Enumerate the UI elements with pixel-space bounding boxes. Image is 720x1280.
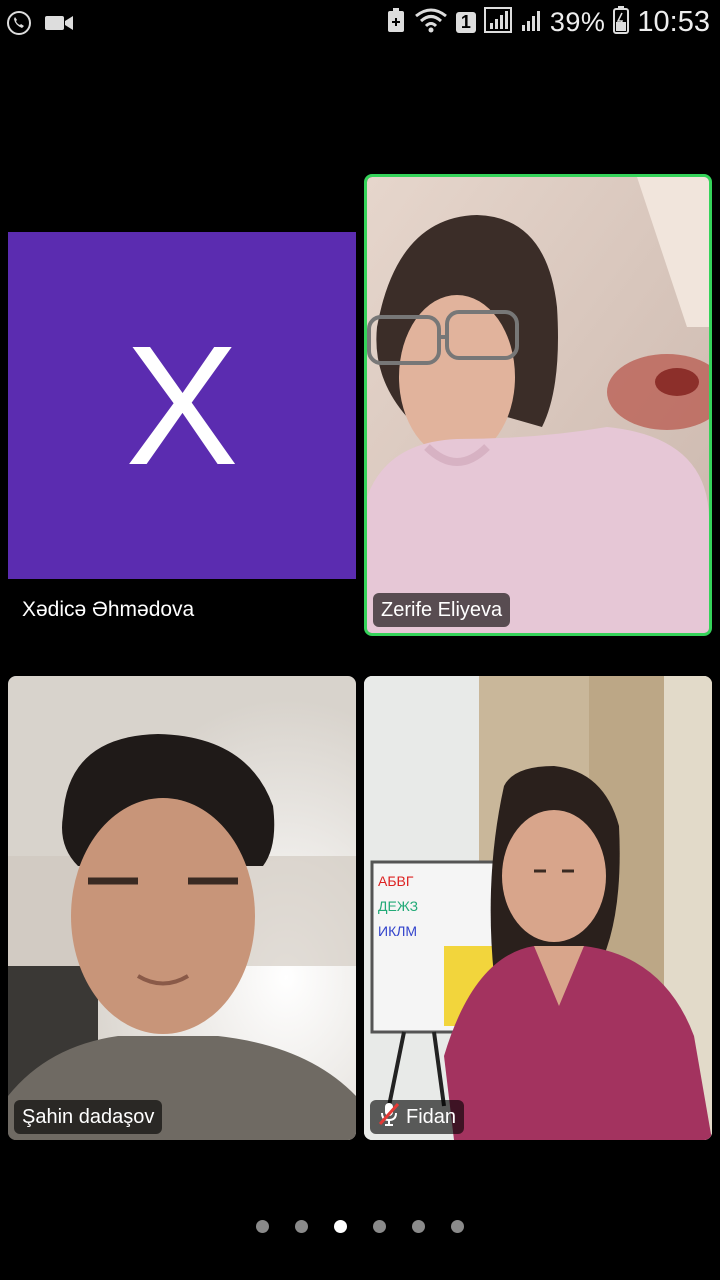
participant-name-tag: Şahin dadaşov <box>14 1100 163 1134</box>
participant-name-tag: Fidan <box>370 1100 465 1134</box>
status-bar: 1 39% 10:53 <box>0 0 720 50</box>
wifi-icon <box>414 7 448 38</box>
signal-icon <box>483 7 512 38</box>
sim-slot-badge: 1 <box>455 12 476 33</box>
participant-name: Xədicə Əhmədova <box>22 598 195 621</box>
video-camera-icon <box>44 12 74 39</box>
clock: 10:53 <box>637 6 710 38</box>
participant-tile-active-speaker[interactable]: Zerife Eliyeva <box>364 174 712 636</box>
participant-tile[interactable]: АБВГ ДЕЖЗ ИКЛМ Fidan <box>364 676 712 1140</box>
battery-percent: 39% <box>549 7 606 37</box>
participant-tile[interactable]: Şahin dadaşov <box>8 676 356 1140</box>
battery-icon <box>613 6 630 39</box>
participant-tile-avatar[interactable]: X <box>8 232 356 579</box>
video-feed: АБВГ ДЕЖЗ ИКЛМ <box>364 676 712 1140</box>
page-dot[interactable] <box>412 1220 425 1233</box>
page-dot[interactable] <box>373 1220 386 1233</box>
participant-name: Zerife Eliyeva <box>381 598 503 621</box>
participant-name: Fidan <box>406 1105 457 1128</box>
participant-name-tag: Zerife Eliyeva <box>373 593 511 627</box>
call-in-progress-icon <box>6 10 32 41</box>
svg-text:ДЕЖЗ: ДЕЖЗ <box>378 898 418 914</box>
signal-icon-2 <box>520 7 542 38</box>
page-dot[interactable] <box>451 1220 464 1233</box>
participant-name: Şahin dadaşov <box>22 1105 155 1128</box>
page-dot[interactable] <box>295 1220 308 1233</box>
mic-muted-icon <box>378 1101 400 1133</box>
page-dot[interactable] <box>256 1220 269 1233</box>
svg-text:ИКЛМ: ИКЛМ <box>378 923 417 939</box>
svg-text:АБВГ: АБВГ <box>378 873 414 889</box>
battery-saver-icon <box>386 7 406 38</box>
avatar-initial: X <box>125 310 239 501</box>
video-feed <box>367 177 709 633</box>
page-dot-active[interactable] <box>334 1220 347 1233</box>
page-indicator[interactable] <box>0 1220 720 1233</box>
video-feed <box>8 676 356 1140</box>
